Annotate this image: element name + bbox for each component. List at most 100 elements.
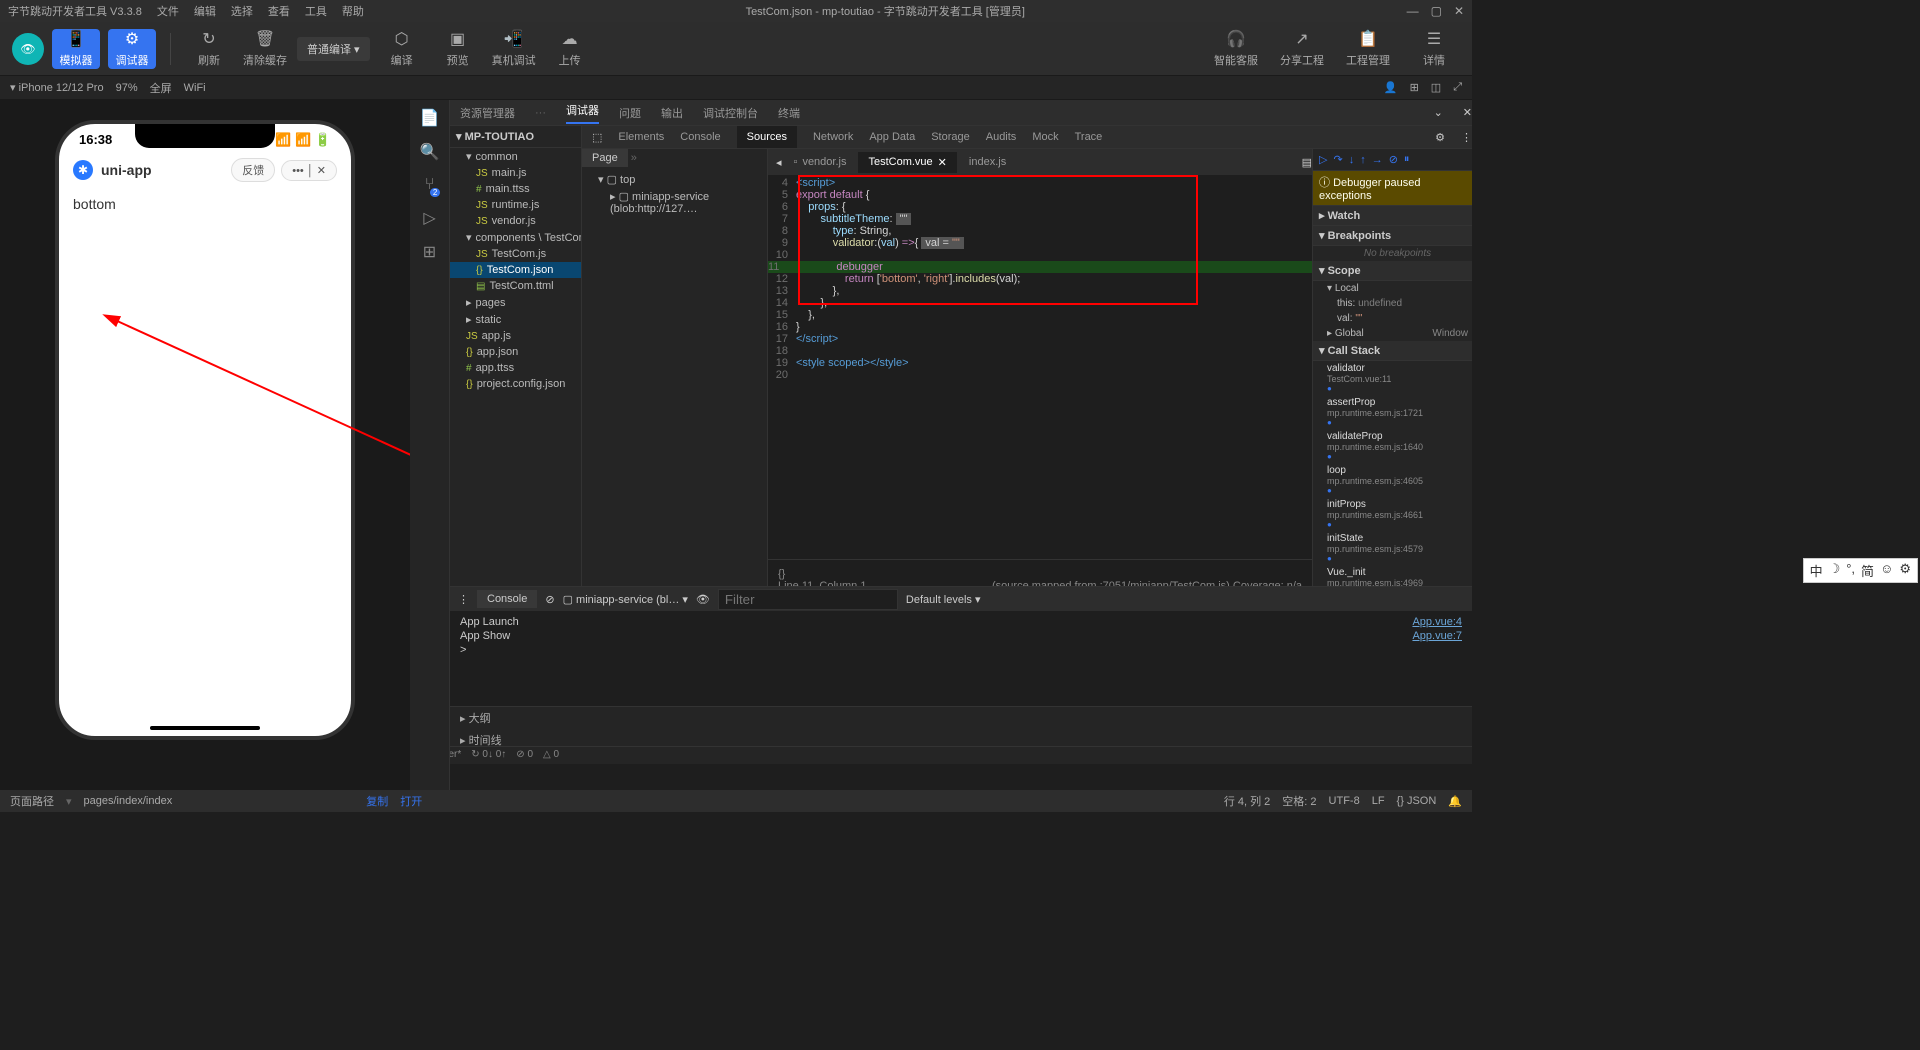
ime-item[interactable]: ☺ [1880, 561, 1893, 580]
deactivate-bp-icon[interactable]: ⊘ [1389, 153, 1398, 166]
menu-view[interactable]: 查看 [268, 3, 290, 19]
avatar[interactable]: 👁 [12, 33, 44, 65]
eye-icon[interactable]: 👁 [696, 593, 710, 606]
feedback-button[interactable]: 反馈 [231, 158, 275, 182]
grid-icon[interactable]: ⊞ [1410, 81, 1419, 94]
ime-item[interactable]: °, [1846, 561, 1855, 580]
details-button[interactable]: ☰详情 [1410, 29, 1458, 68]
tab-elements[interactable]: Elements [618, 131, 664, 143]
menu-select[interactable]: 选择 [231, 3, 253, 19]
ime-item[interactable]: 中 [1810, 561, 1823, 580]
ime-item[interactable]: ⚙ [1899, 561, 1911, 580]
step-out-icon[interactable]: ↑ [1360, 154, 1366, 166]
watch-header[interactable]: ▸ Watch [1313, 206, 1472, 226]
more-tabs-icon[interactable]: ▤ [1302, 156, 1312, 169]
console-source-link[interactable]: App.vue:4 [1412, 616, 1462, 628]
file-main-ttss[interactable]: # main.ttss [450, 181, 581, 197]
stack-frame[interactable]: assertPropmp.runtime.esm.js:1721● [1313, 395, 1472, 429]
callstack-header[interactable]: ▾ Call Stack [1313, 341, 1472, 361]
file-testcom-ttml[interactable]: ▤ TestCom.ttml [450, 278, 581, 294]
console-source-link[interactable]: App.vue:7 [1412, 630, 1462, 642]
simulator-button[interactable]: 📱模拟器 [52, 29, 100, 69]
gear-icon[interactable]: ⚙ [1435, 131, 1445, 144]
filter-input[interactable] [718, 589, 898, 610]
folder-common[interactable]: ▾ common [450, 148, 581, 165]
step-into-icon[interactable]: ↓ [1349, 154, 1355, 166]
bell-icon[interactable]: 🔔 [1448, 795, 1462, 808]
file-app-js[interactable]: JS app.js [450, 328, 581, 344]
stack-frame[interactable]: initStatemp.runtime.esm.js:4579● [1313, 531, 1472, 565]
menu-edit[interactable]: 编辑 [194, 3, 216, 19]
tab-problems[interactable]: 问题 [619, 105, 641, 121]
page-tab[interactable]: Page [582, 149, 628, 167]
git-icon[interactable]: ⑂2 [425, 176, 435, 194]
file-runtime-js[interactable]: JS runtime.js [450, 197, 581, 213]
layout-icon[interactable]: ◫ [1431, 81, 1441, 94]
folder-pages[interactable]: ▸ pages [450, 294, 581, 311]
file-app-ttss[interactable]: # app.ttss [450, 360, 581, 376]
src-miniapp[interactable]: ▸ ▢ miniapp-service (blob:http://127.… [586, 188, 763, 217]
levels-dropdown[interactable]: Default levels ▾ [906, 593, 981, 606]
language-mode[interactable]: {} JSON [1397, 795, 1437, 807]
eol[interactable]: LF [1372, 795, 1385, 807]
real-debug-button[interactable]: 📲真机调试 [490, 29, 538, 68]
debug-icon[interactable]: ▷ [423, 208, 435, 228]
file-app-json[interactable]: {} app.json [450, 344, 581, 360]
file-main-js[interactable]: JS main.js [450, 165, 581, 181]
scope-local[interactable]: ▾ Local [1313, 281, 1472, 296]
folder-static[interactable]: ▸ static [450, 311, 581, 328]
errors-count[interactable]: ⊘ 0 [516, 749, 533, 762]
cursor-line-col[interactable]: 行 4, 列 2 [1224, 793, 1270, 809]
inspect-icon[interactable]: ⬚ [592, 131, 602, 144]
indent-setting[interactable]: 空格: 2 [1282, 793, 1316, 809]
minimize-icon[interactable]: — [1407, 4, 1419, 18]
tab-terminal[interactable]: 终端 [778, 105, 800, 121]
debugger-button[interactable]: ⚙调试器 [108, 29, 156, 69]
resume-icon[interactable]: ▷ [1319, 153, 1327, 166]
stack-frame[interactable]: validatorTestCom.vue:11● [1313, 361, 1472, 395]
tab-storage[interactable]: Storage [931, 131, 970, 143]
compile-button[interactable]: ⬡编译 [378, 29, 426, 68]
tab-output[interactable]: 输出 [661, 105, 683, 121]
tab-appdata[interactable]: App Data [869, 131, 915, 143]
stack-frame[interactable]: loopmp.runtime.esm.js:4605● [1313, 463, 1472, 497]
step-icon[interactable]: → [1372, 154, 1383, 166]
close-icon[interactable]: ✕ [1454, 4, 1464, 18]
code-editor[interactable]: 4<script> 5export default { 6 props: { 7… [768, 175, 1312, 559]
tab-explorer[interactable]: 资源管理器 [460, 105, 515, 121]
encoding[interactable]: UTF-8 [1329, 795, 1360, 807]
warnings-count[interactable]: △ 0 [543, 749, 559, 762]
stack-frame[interactable]: validatePropmp.runtime.esm.js:1640● [1313, 429, 1472, 463]
clear-cache-button[interactable]: 🗑清除缓存 [241, 29, 289, 68]
prev-tab-icon[interactable]: ◂ [776, 156, 782, 169]
open-link[interactable]: 打开 [400, 793, 422, 809]
device-model-dropdown[interactable]: ▾ iPhone 12/12 Pro [10, 81, 104, 94]
outline-row[interactable]: ▸ 大纲 [450, 707, 1472, 729]
src-top[interactable]: ▾ ▢ top [586, 171, 763, 188]
file-vendor-js[interactable]: JS vendor.js [450, 213, 581, 229]
file-testcom-js[interactable]: JS TestCom.js [450, 246, 581, 262]
tab-network[interactable]: Network [813, 131, 853, 143]
tab-index-js[interactable]: index.js [959, 152, 1016, 172]
tab-debug-console[interactable]: 调试控制台 [703, 105, 758, 121]
screen-dropdown[interactable]: 全屏 [150, 80, 172, 96]
smart-service-button[interactable]: 🎧智能客服 [1212, 29, 1260, 68]
scope-global[interactable]: ▸ Global Window [1313, 326, 1472, 341]
capsule-menu[interactable]: ••• │ ✕ [281, 160, 337, 181]
folder-testcom[interactable]: ▾ components \ TestCom [450, 229, 581, 246]
chevron-down-icon[interactable]: ⌄ [1434, 106, 1443, 119]
pause-exceptions-icon[interactable]: ⏸ [1404, 153, 1410, 166]
project-manage-button[interactable]: 📋工程管理 [1344, 29, 1392, 68]
console-prompt[interactable]: > [460, 643, 1462, 657]
tab-testcom-vue[interactable]: TestCom.vue ✕ [858, 152, 956, 173]
ime-item[interactable]: ☽ [1829, 561, 1841, 580]
search-icon[interactable]: 🔍 [420, 142, 440, 162]
tab-console[interactable]: Console [680, 131, 720, 143]
upload-button[interactable]: ☁上传 [546, 29, 594, 68]
stack-frame[interactable]: initPropsmp.runtime.esm.js:4661● [1313, 497, 1472, 531]
file-tree-root[interactable]: ▾ MP-TOUTIAO [450, 126, 581, 148]
file-testcom-json[interactable]: {} TestCom.json [450, 262, 581, 278]
git-sync[interactable]: ↻ 0↓ 0↑ [471, 749, 506, 762]
tab-mock[interactable]: Mock [1032, 131, 1058, 143]
braces-icon[interactable]: {} [778, 568, 1302, 580]
